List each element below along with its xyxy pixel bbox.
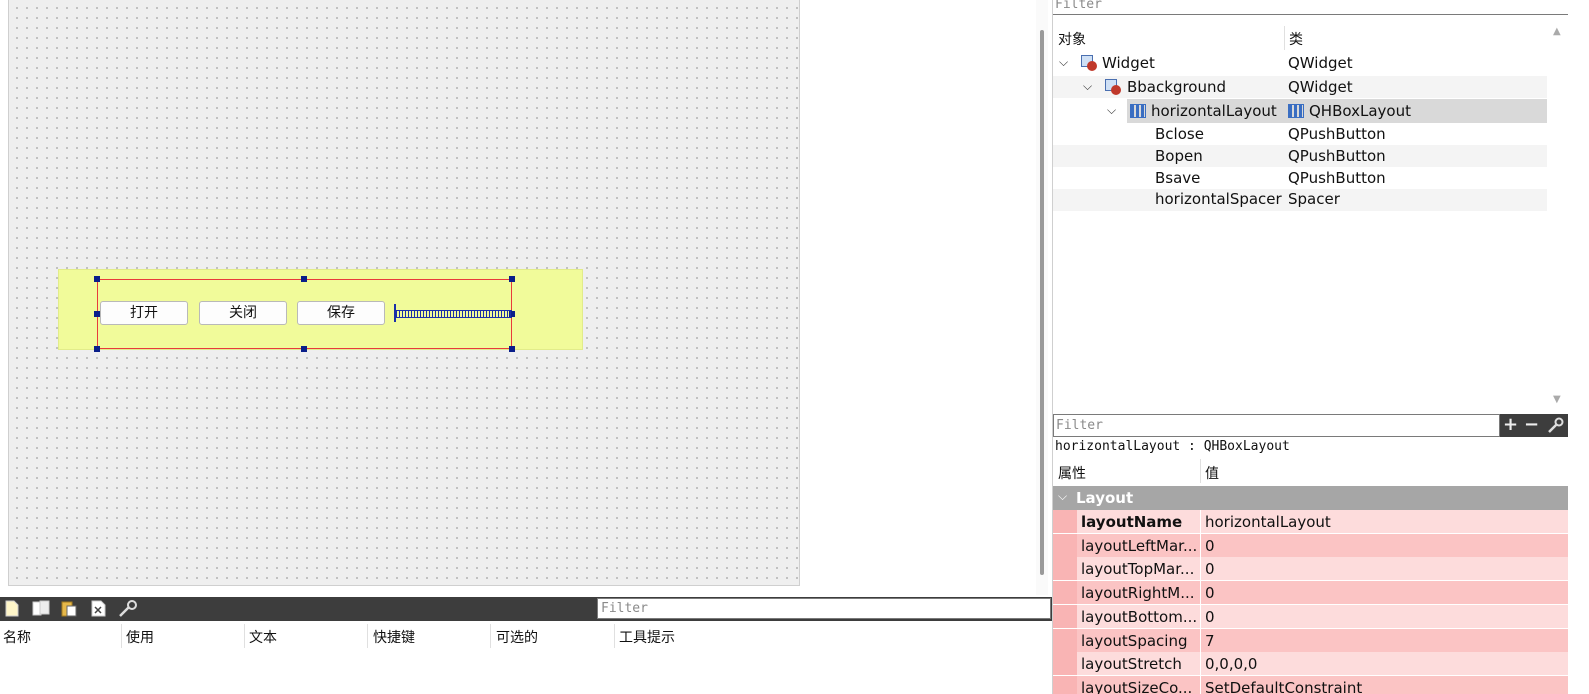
- property-name: layoutLeftMar...: [1081, 537, 1198, 555]
- scroll-up-icon[interactable]: ▲: [1553, 26, 1561, 37]
- property-row[interactable]: layoutStretch 0,0,0,0: [1053, 652, 1568, 675]
- column-shortcut[interactable]: 快捷键: [373, 627, 415, 647]
- property-name: layoutTopMar...: [1081, 560, 1195, 578]
- tree-item-class: Spacer: [1288, 190, 1340, 208]
- header-property[interactable]: 属性: [1058, 463, 1086, 483]
- save-button[interactable]: 保存: [297, 301, 385, 325]
- minus-icon[interactable]: −: [1524, 415, 1539, 435]
- tree-item-class: QWidget: [1288, 78, 1353, 96]
- property-name: layoutName: [1081, 513, 1183, 531]
- chevron-down-icon[interactable]: ⌵: [1107, 103, 1116, 118]
- tree-item-name: Widget: [1102, 54, 1155, 72]
- tree-item-class: QPushButton: [1288, 125, 1386, 143]
- plus-icon[interactable]: +: [1503, 415, 1518, 435]
- property-row[interactable]: layoutRightM... 0: [1053, 581, 1568, 604]
- header-separator: [1284, 26, 1285, 50]
- chevron-down-icon[interactable]: ⌵: [1083, 79, 1092, 94]
- property-row[interactable]: layoutBottom... 0: [1053, 605, 1568, 628]
- wrench-icon[interactable]: [1547, 416, 1565, 439]
- scrollbar-thumb[interactable]: [1040, 30, 1044, 575]
- column-separator: [490, 624, 491, 648]
- property-filter-placeholder: Filter: [1056, 418, 1103, 433]
- resize-handle-top[interactable]: [301, 276, 307, 282]
- property-name: layoutBottom...: [1081, 608, 1198, 626]
- property-value[interactable]: horizontalLayout: [1205, 513, 1331, 531]
- property-name: layoutStretch: [1081, 655, 1182, 673]
- resize-handle-bottom-left[interactable]: [94, 346, 100, 352]
- chevron-down-icon[interactable]: ⌵: [1059, 55, 1068, 70]
- tree-item-name: Bclose: [1155, 125, 1204, 143]
- delete-icon[interactable]: [89, 600, 107, 618]
- column-text[interactable]: 文本: [249, 627, 277, 647]
- widget-icon: [1081, 55, 1097, 71]
- property-name: layoutRightM...: [1081, 584, 1195, 602]
- property-name: layoutSizeCo...: [1081, 679, 1193, 694]
- property-name: layoutSpacing: [1081, 632, 1188, 650]
- tree-item-class: QWidget: [1288, 54, 1353, 72]
- property-group-label: Layout: [1076, 489, 1134, 507]
- column-tooltip[interactable]: 工具提示: [619, 627, 675, 647]
- configure-icon[interactable]: [117, 600, 137, 618]
- property-value[interactable]: 0: [1205, 608, 1215, 626]
- horizontal-spacer[interactable]: [396, 310, 512, 318]
- column-separator: [614, 624, 615, 648]
- widget-icon: [1105, 79, 1121, 95]
- property-row[interactable]: layoutSizeCo... SetDefaultConstraint: [1053, 676, 1568, 694]
- property-value[interactable]: 0,0,0,0: [1205, 655, 1257, 673]
- object-tree-scrollbar[interactable]: ▲ ▼: [1550, 26, 1564, 410]
- close-button[interactable]: 关闭: [199, 301, 287, 325]
- column-checkable[interactable]: 可选的: [496, 627, 538, 647]
- property-row[interactable]: layoutLeftMar... 0: [1053, 534, 1568, 557]
- tree-item-class: QHBoxLayout: [1309, 102, 1411, 120]
- header-value[interactable]: 值: [1205, 463, 1219, 483]
- property-value[interactable]: 0: [1205, 584, 1215, 602]
- header-separator: [1200, 459, 1201, 483]
- tree-item-name: horizontalSpacer: [1155, 190, 1282, 208]
- resize-handle-top-right[interactable]: [509, 276, 515, 282]
- property-table-header: [1053, 457, 1568, 485]
- tree-item-class: QPushButton: [1288, 147, 1386, 165]
- new-action-icon[interactable]: [3, 600, 21, 618]
- property-value[interactable]: 0: [1205, 560, 1215, 578]
- chevron-down-icon[interactable]: ⌵: [1058, 489, 1067, 504]
- column-separator: [121, 624, 122, 648]
- property-filter-input[interactable]: [1053, 414, 1500, 437]
- tree-item-class: QPushButton: [1288, 169, 1386, 187]
- column-separator: [244, 624, 245, 648]
- canvas-vertical-scrollbar[interactable]: [1036, 0, 1048, 595]
- property-value[interactable]: SetDefaultConstraint: [1205, 679, 1362, 694]
- hbox-layout-icon: [1130, 104, 1146, 118]
- column-separator: [367, 624, 368, 648]
- property-value[interactable]: 0: [1205, 537, 1215, 555]
- action-filter-input[interactable]: Filter: [597, 598, 1051, 619]
- property-row[interactable]: layoutTopMar... 0: [1053, 557, 1568, 580]
- object-filter-input[interactable]: Filter: [1055, 0, 1102, 12]
- open-button[interactable]: 打开: [100, 301, 188, 325]
- filter-underline: [1053, 14, 1568, 15]
- tree-item-name: Bopen: [1155, 147, 1203, 165]
- tree-item-name: horizontalLayout: [1151, 102, 1277, 120]
- tree-item-name: Bbackground: [1127, 78, 1227, 96]
- column-name[interactable]: 名称: [3, 627, 31, 647]
- column-used[interactable]: 使用: [126, 627, 154, 647]
- scroll-down-icon[interactable]: ▼: [1553, 394, 1561, 405]
- tree-item-name: Bsave: [1155, 169, 1201, 187]
- resize-handle-top-left[interactable]: [94, 276, 100, 282]
- property-value[interactable]: 7: [1205, 632, 1215, 650]
- paste-icon[interactable]: [60, 600, 78, 618]
- resize-handle-bottom[interactable]: [301, 346, 307, 352]
- property-row[interactable]: layoutSpacing 7: [1053, 629, 1568, 652]
- resize-handle-bottom-right[interactable]: [509, 346, 515, 352]
- header-object[interactable]: 对象: [1058, 29, 1086, 49]
- property-row[interactable]: layoutName horizontalLayout: [1053, 510, 1568, 533]
- hbox-layout-icon: [1288, 104, 1304, 118]
- copy-icon[interactable]: [31, 600, 50, 618]
- selected-object-label: horizontalLayout : QHBoxLayout: [1055, 439, 1290, 454]
- header-class[interactable]: 类: [1289, 29, 1303, 49]
